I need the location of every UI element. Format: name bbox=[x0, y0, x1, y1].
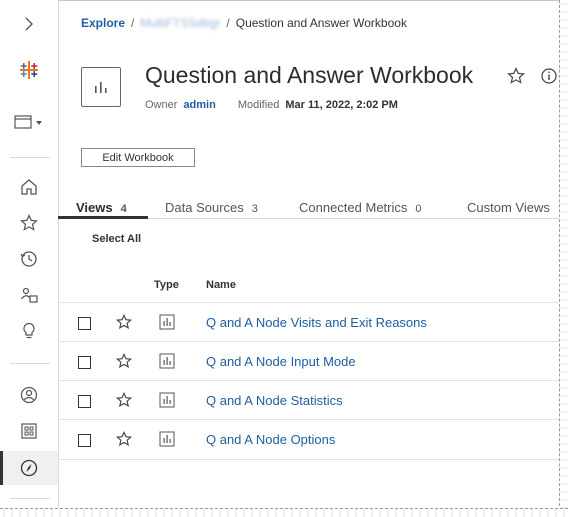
bar-chart-icon bbox=[159, 353, 175, 369]
tab-label: Connected Metrics bbox=[299, 200, 408, 215]
star-icon bbox=[507, 67, 525, 84]
sidebar-item-personal-space[interactable] bbox=[0, 379, 58, 411]
tab-count: 4 bbox=[120, 203, 127, 215]
page-title: Question and Answer Workbook bbox=[145, 62, 474, 88]
row-checkbox[interactable] bbox=[78, 356, 91, 369]
sidebar-divider bbox=[10, 498, 50, 499]
tableau-logo-icon bbox=[20, 61, 38, 79]
tab-connected-metrics[interactable]: Connected Metrics 0 bbox=[299, 200, 422, 215]
table-row: Q and A Node Visits and Exit Reasons bbox=[58, 302, 562, 342]
star-icon bbox=[115, 352, 133, 369]
view-type-icon bbox=[159, 314, 175, 335]
bar-chart-icon bbox=[159, 431, 175, 447]
favorite-toggle[interactable] bbox=[115, 352, 133, 374]
sidebar-item-explore[interactable] bbox=[0, 451, 58, 485]
sidebar-divider bbox=[10, 157, 50, 158]
view-name-link[interactable]: Q and A Node Options bbox=[206, 432, 335, 447]
tab-label: Views bbox=[76, 200, 113, 215]
sidebar-item-shared[interactable] bbox=[0, 279, 58, 311]
owner-link[interactable]: admin bbox=[183, 99, 215, 111]
table-row: Q and A Node Options bbox=[58, 419, 562, 460]
star-icon bbox=[20, 214, 38, 231]
info-icon bbox=[541, 68, 557, 84]
tab-label: Custom Views bbox=[467, 200, 550, 215]
workbook-meta: Owner admin Modified Mar 11, 2022, 2:02 … bbox=[145, 99, 398, 111]
bar-chart-icon bbox=[95, 82, 107, 93]
bar-chart-icon bbox=[159, 314, 175, 330]
tab-views[interactable]: Views 4 bbox=[76, 200, 127, 215]
add-favorite-button[interactable] bbox=[507, 67, 525, 90]
site-switcher-icon bbox=[14, 115, 42, 129]
site-switcher-button[interactable] bbox=[0, 106, 58, 138]
row-checkbox[interactable] bbox=[78, 395, 91, 408]
view-name-link[interactable]: Q and A Node Statistics bbox=[206, 393, 343, 408]
tab-count: 3 bbox=[251, 203, 258, 215]
tab-data-sources[interactable]: Data Sources 3 bbox=[165, 200, 258, 215]
favorite-toggle[interactable] bbox=[115, 430, 133, 452]
row-checkbox[interactable] bbox=[78, 317, 91, 330]
owner-label: Owner bbox=[145, 99, 178, 111]
chevron-right-icon bbox=[25, 17, 33, 31]
sidebar-item-recents[interactable] bbox=[0, 243, 58, 275]
table-row: Q and A Node Statistics bbox=[58, 380, 562, 420]
table-row: Q and A Node Input Mode bbox=[58, 341, 562, 381]
sidebar-item-favorites[interactable] bbox=[0, 207, 58, 239]
edit-workbook-button[interactable]: Edit Workbook bbox=[81, 148, 195, 167]
lightbulb-icon bbox=[23, 322, 35, 339]
sidebar bbox=[0, 0, 59, 509]
view-name-link[interactable]: Q and A Node Input Mode bbox=[206, 354, 356, 369]
column-header-type[interactable]: Type bbox=[154, 279, 179, 291]
tab-count: 0 bbox=[415, 203, 422, 215]
star-icon bbox=[115, 313, 133, 330]
breadcrumb: Explore / MultiFTSSdbgr / Question and A… bbox=[81, 16, 407, 30]
sidebar-item-collections[interactable] bbox=[0, 415, 58, 447]
tableau-logo[interactable] bbox=[0, 54, 58, 86]
bar-chart-icon bbox=[159, 392, 175, 408]
select-all-button[interactable]: Select All bbox=[92, 233, 141, 245]
tab-bar: Views 4 Data Sources 3 Connected Metrics 0 … bbox=[58, 196, 562, 219]
home-icon bbox=[21, 179, 37, 195]
compass-icon bbox=[20, 459, 38, 477]
user-circle-icon bbox=[20, 386, 38, 404]
favorite-toggle[interactable] bbox=[115, 391, 133, 413]
view-type-icon bbox=[159, 392, 175, 413]
favorite-toggle[interactable] bbox=[115, 313, 133, 335]
column-header-name[interactable]: Name bbox=[206, 279, 236, 291]
breadcrumb-current: Question and Answer Workbook bbox=[235, 16, 407, 30]
sidebar-item-recommendations[interactable] bbox=[0, 315, 58, 347]
view-type-icon bbox=[159, 353, 175, 374]
tab-custom-views[interactable]: Custom Views bbox=[467, 200, 550, 215]
breadcrumb-project-link[interactable]: MultiFTSSdbgr bbox=[140, 16, 220, 30]
star-icon bbox=[115, 430, 133, 447]
modified-value: Mar 11, 2022, 2:02 PM bbox=[285, 99, 398, 111]
view-name-link[interactable]: Q and A Node Visits and Exit Reasons bbox=[206, 315, 427, 330]
breadcrumb-separator: / bbox=[131, 16, 135, 30]
star-icon bbox=[115, 391, 133, 408]
modified-label: Modified bbox=[237, 99, 280, 111]
breadcrumb-explore-link[interactable]: Explore bbox=[81, 16, 125, 30]
row-checkbox[interactable] bbox=[78, 434, 91, 447]
active-tab-indicator bbox=[58, 216, 148, 219]
sidebar-item-home[interactable] bbox=[0, 171, 58, 203]
view-type-icon bbox=[159, 431, 175, 452]
breadcrumb-separator: / bbox=[226, 16, 230, 30]
expand-sidebar-button[interactable] bbox=[0, 8, 58, 40]
collections-icon bbox=[21, 423, 37, 439]
tab-label: Data Sources bbox=[165, 200, 244, 215]
shared-with-me-icon bbox=[21, 287, 38, 303]
info-button[interactable] bbox=[540, 67, 558, 90]
recents-icon bbox=[20, 251, 37, 267]
torn-edge-right bbox=[559, 0, 568, 516]
workbook-thumbnail bbox=[81, 67, 121, 107]
sidebar-divider bbox=[10, 363, 50, 364]
